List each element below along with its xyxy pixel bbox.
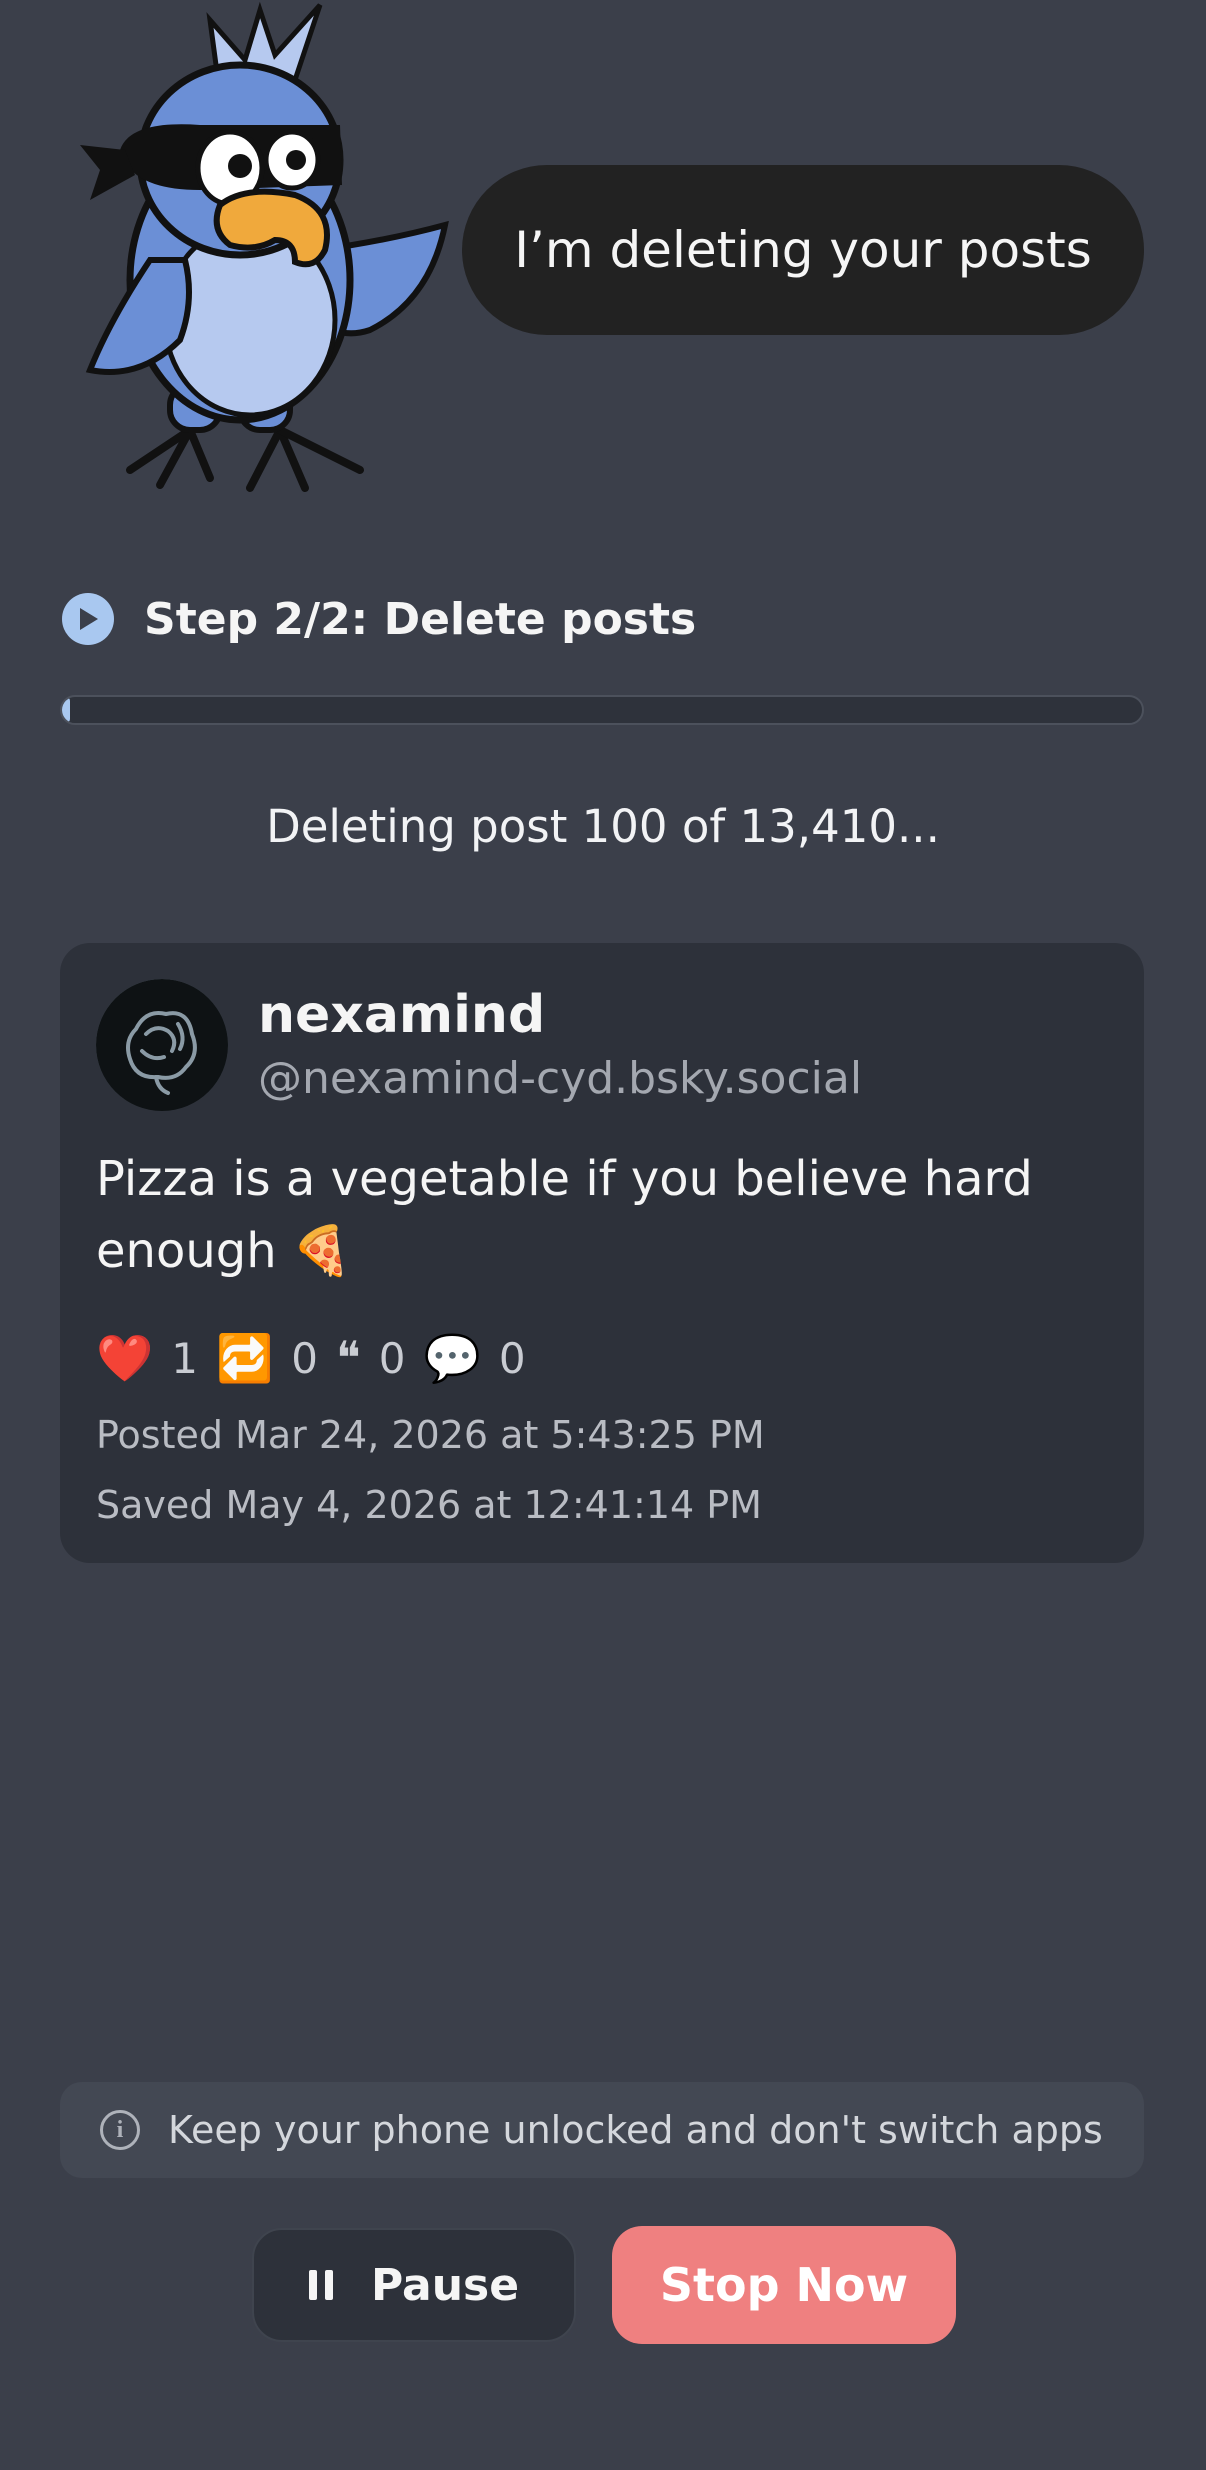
info-icon: i <box>100 2110 140 2150</box>
speech-bubble-text: I’m deleting your posts <box>514 221 1092 279</box>
quote-icon: ❝ <box>336 1331 361 1385</box>
bird-mascot-illustration <box>70 0 470 500</box>
brain-avatar-icon <box>96 979 228 1111</box>
post-stats: ❤️ 1 🔁 0 ❝ 0 💬 0 <box>96 1328 544 1388</box>
replies-count: 0 <box>498 1333 526 1383</box>
pause-button[interactable]: Pause <box>252 2228 576 2342</box>
step-indicator: Step 2/2: Delete posts <box>62 588 696 650</box>
reposts-count: 0 <box>291 1333 319 1383</box>
keep-unlocked-notice: i Keep your phone unlocked and don't swi… <box>60 2082 1144 2178</box>
quotes-count: 0 <box>378 1333 406 1383</box>
bird-mascot-icon <box>80 1 449 492</box>
step-label: Step 2/2: Delete posts <box>144 593 697 645</box>
pause-button-label: Pause <box>370 2259 520 2311</box>
pause-icon <box>308 2270 341 2300</box>
notice-text: Keep your phone unlocked and don't switc… <box>168 2108 1103 2152</box>
posted-timestamp: Posted Mar 24, 2026 at 5:43:25 PM <box>96 1413 765 1457</box>
deletion-status-text: Deleting post 100 of 13,410... <box>266 800 940 853</box>
post-author-name: nexamind <box>258 985 546 1045</box>
post-body-text: Pizza is a vegetable if you believe hard… <box>96 1151 1033 1279</box>
post-card: nexamind @nexamind-cyd.bsky.social Pizza… <box>60 943 1144 1563</box>
progress-bar <box>60 695 1144 725</box>
repost-icon: 🔁 <box>216 1330 274 1385</box>
avatar <box>96 979 228 1111</box>
speech-balloon-icon: 💬 <box>423 1330 481 1385</box>
post-author-handle: @nexamind-cyd.bsky.social <box>258 1053 863 1104</box>
progress-bar-fill <box>62 697 71 723</box>
play-circle-icon <box>62 593 114 645</box>
stop-now-button[interactable]: Stop Now <box>612 2226 956 2344</box>
likes-count: 1 <box>171 1333 199 1383</box>
speech-bubble: I’m deleting your posts <box>462 165 1144 335</box>
heart-icon: ❤️ <box>96 1330 154 1385</box>
stop-now-button-label: Stop Now <box>659 2258 909 2312</box>
saved-timestamp: Saved May 4, 2026 at 12:41:14 PM <box>96 1483 762 1527</box>
